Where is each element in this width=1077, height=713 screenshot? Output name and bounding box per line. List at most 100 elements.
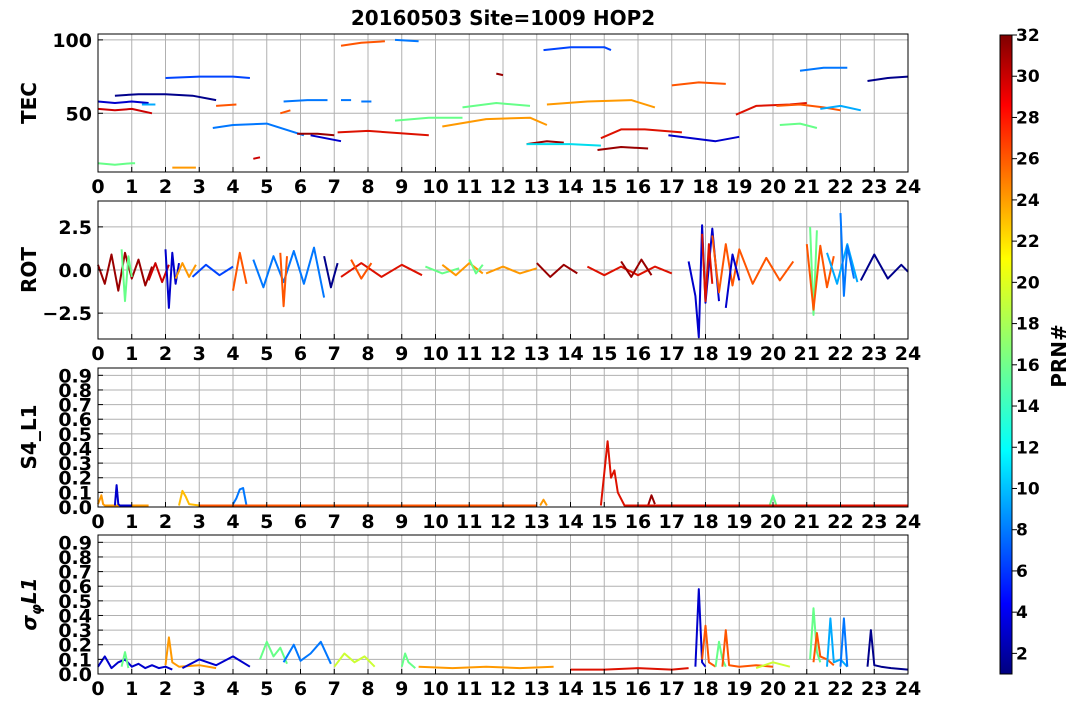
x-tick-label: 22 [827, 678, 853, 700]
x-tick-label: 14 [557, 678, 583, 700]
x-tick-label: 9 [395, 343, 408, 365]
x-tick-label: 21 [794, 678, 820, 700]
chart-svg: 20160503 Site=1009 HOP2 PRN# 01234567891… [17, 6, 1071, 700]
x-tick-label: 23 [861, 176, 887, 198]
x-tick-label: 5 [260, 678, 273, 700]
x-tick-label: 14 [557, 511, 583, 533]
x-tick-label: 15 [591, 343, 617, 365]
x-tick-label: 23 [861, 343, 887, 365]
x-tick-label: 22 [827, 176, 853, 198]
x-tick-label: 10 [422, 511, 448, 533]
series-line-8 [216, 103, 237, 107]
panel-4: 0 1 2 3 4 5 6 7 8 9 10 11 12 13 14 15 16 17 18 19 20 21 22 23 24… [17, 532, 921, 700]
x-tick-label: 4 [226, 176, 239, 198]
x-tick-label: 6 [294, 176, 307, 198]
x-tick-label: 18 [692, 511, 718, 533]
x-tick-label: 17 [659, 511, 685, 533]
y-tick-label: −2.5 [42, 303, 92, 325]
y-axis-label: TEC [17, 82, 41, 124]
y-tick-label: 50 [66, 103, 92, 125]
colorbar-tick-label: 16 [1016, 356, 1040, 376]
x-tick-label: 3 [193, 343, 206, 365]
chart-figure: 20160503 Site=1009 HOP2 PRN# 01234567891… [0, 0, 1077, 709]
colorbar-tick-label: 24 [1016, 191, 1040, 211]
x-tick-label: 14 [557, 176, 583, 198]
x-tick-label: 0 [91, 511, 104, 533]
x-tick-label: 19 [726, 343, 752, 365]
x-tick-label: 19 [726, 176, 752, 198]
x-tick-label: 15 [591, 176, 617, 198]
colorbar-tick-label: 28 [1016, 108, 1040, 128]
colorbar-tick-label: 8 [1016, 521, 1028, 541]
colorbar-tick-label: 4 [1016, 603, 1028, 623]
colorbar-tick-label: 26 [1016, 150, 1040, 170]
series-line-2 [97, 100, 149, 104]
panel-2: 0 1 2 3 4 5 6 7 8 9 10 11 12 13 14 15 16 17 18 19 20 21 22 23 24… [17, 200, 921, 365]
y-tick-label: 0.9 [58, 532, 92, 554]
x-tick-label: 11 [456, 343, 482, 365]
x-tick-label: 11 [456, 511, 482, 533]
colorbar-label: PRN# [1047, 324, 1071, 388]
x-tick-label: 6 [294, 511, 307, 533]
x-tick-label: 21 [794, 343, 820, 365]
x-tick-label: 16 [625, 511, 651, 533]
x-tick-label: 19 [726, 678, 752, 700]
x-tick-label: 18 [692, 176, 718, 198]
colorbar [999, 34, 1013, 675]
y-tick-label: 2.5 [58, 217, 92, 239]
x-tick-label: 13 [524, 176, 550, 198]
x-tick-label: 11 [456, 678, 482, 700]
x-tick-label: 16 [625, 678, 651, 700]
x-tick-label: 1 [125, 176, 138, 198]
x-tick-label: 6 [294, 678, 307, 700]
x-tick-label: 17 [659, 678, 685, 700]
colorbar-tick-label: 10 [1016, 479, 1040, 499]
x-tick-label: 11 [456, 176, 482, 198]
x-tick-label: 20 [760, 678, 786, 700]
x-tick-label: 9 [395, 176, 408, 198]
x-tick-label: 19 [726, 511, 752, 533]
x-tick-label: 9 [395, 511, 408, 533]
x-tick-label: 0 [91, 678, 104, 700]
colorbar-tick-label: 14 [1016, 397, 1040, 417]
x-tick-label: 22 [827, 511, 853, 533]
panel-1: 0 1 2 3 4 5 6 7 8 9 10 11 12 13 14 15 16 17 18 19 20 21 22 23 24… [17, 30, 921, 198]
x-tick-label: 7 [328, 511, 341, 533]
colorbar-tick-label: 6 [1016, 562, 1028, 582]
x-tick-label: 15 [591, 678, 617, 700]
x-tick-label: 6 [294, 343, 307, 365]
x-tick-label: 7 [328, 678, 341, 700]
x-tick-label: 2 [159, 511, 172, 533]
x-tick-label: 24 [895, 176, 921, 198]
x-tick-label: 21 [794, 176, 820, 198]
x-tick-label: 12 [490, 511, 516, 533]
y-tick-label: 100 [52, 30, 92, 52]
x-tick-label: 12 [490, 343, 516, 365]
x-tick-label: 14 [557, 343, 583, 365]
x-tick-label: 5 [260, 511, 273, 533]
colorbar-tick-label: 32 [1016, 26, 1040, 46]
x-tick-label: 21 [794, 511, 820, 533]
x-tick-label: 8 [361, 511, 374, 533]
x-tick-label: 4 [226, 343, 239, 365]
x-tick-label: 24 [895, 343, 921, 365]
x-tick-label: 16 [625, 176, 651, 198]
panel-3: 0 1 2 3 4 5 6 7 8 9 10 11 12 13 14 15 16 17 18 19 20 21 22 23 24… [17, 365, 921, 533]
x-tick-label: 0 [91, 176, 104, 198]
x-tick-label: 2 [159, 343, 172, 365]
x-tick-label: 3 [193, 511, 206, 533]
x-tick-label: 17 [659, 343, 685, 365]
x-tick-label: 4 [226, 678, 239, 700]
x-tick-label: 8 [361, 678, 374, 700]
x-tick-label: 20 [760, 176, 786, 198]
x-tick-label: 13 [524, 343, 550, 365]
x-tick-label: 1 [125, 343, 138, 365]
x-tick-label: 15 [591, 511, 617, 533]
x-tick-label: 16 [625, 343, 651, 365]
x-tick-label: 1 [125, 678, 138, 700]
x-tick-label: 2 [159, 176, 172, 198]
x-tick-label: 24 [895, 511, 921, 533]
colorbar-tick-label: 22 [1016, 232, 1040, 252]
x-tick-label: 10 [422, 343, 448, 365]
colorbar-tick-label: 12 [1016, 438, 1040, 458]
